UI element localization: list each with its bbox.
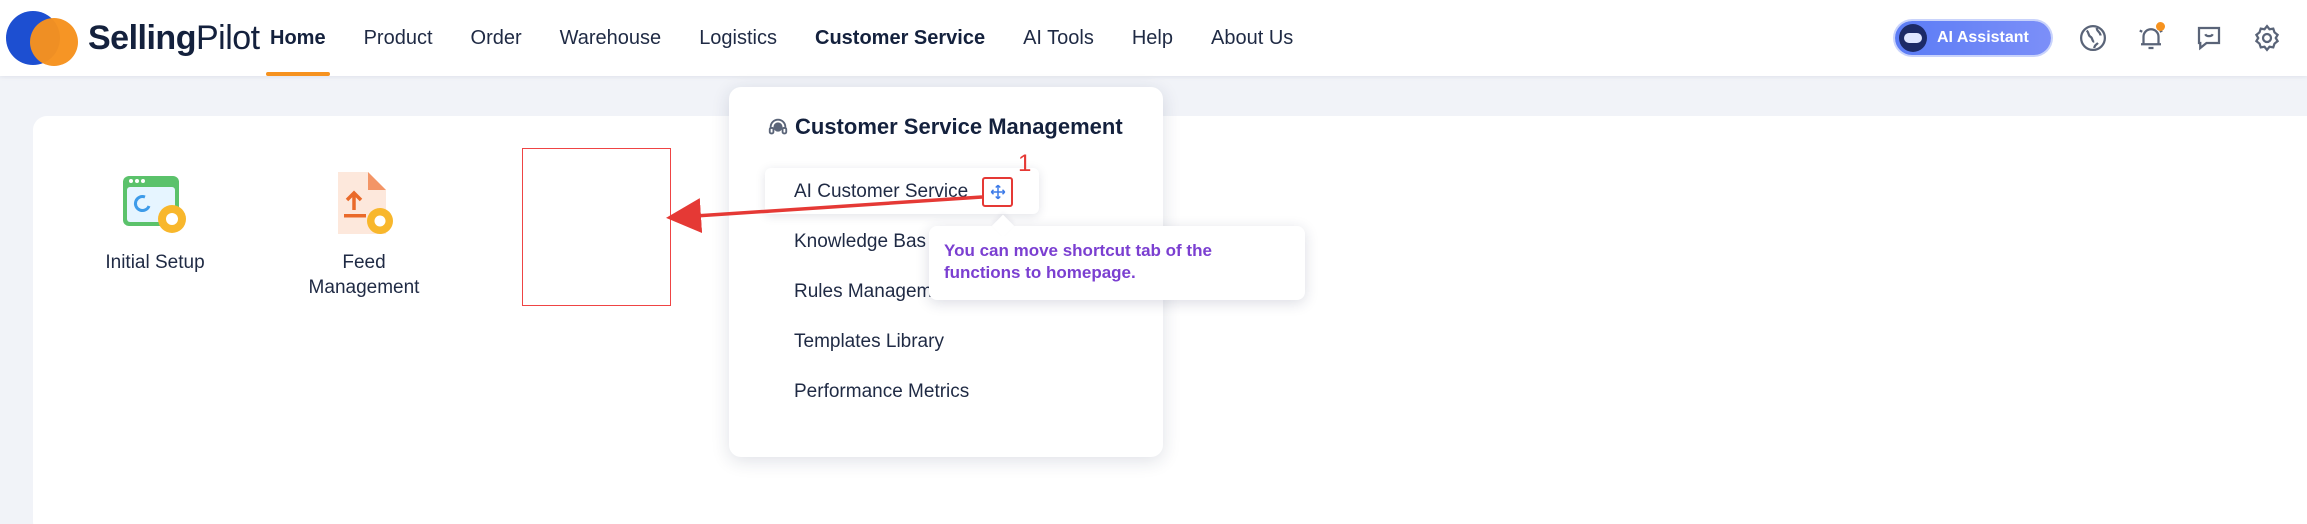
logo-mark-icon: [6, 10, 78, 66]
shortcut-label-line1: Feed: [342, 252, 386, 273]
nav-product[interactable]: Product: [364, 0, 433, 76]
nav-about-us[interactable]: About Us: [1211, 0, 1293, 76]
feedback-icon[interactable]: [2191, 20, 2227, 56]
notification-dot: [2156, 22, 2165, 31]
move-arrows-icon: [990, 184, 1005, 200]
nav-home[interactable]: Home: [266, 0, 330, 76]
settings-icon[interactable]: [2249, 20, 2285, 56]
shortcut-drop-target[interactable]: [522, 148, 671, 306]
move-shortcut-tooltip: You can move shortcut tab of the functio…: [929, 226, 1305, 300]
annotation-step-number: 1: [1018, 150, 1032, 177]
feed-upload-icon: [326, 170, 402, 240]
ai-assistant-button[interactable]: AI Assistant: [1895, 21, 2051, 55]
nav-order[interactable]: Order: [471, 0, 522, 76]
shortcut-label-line2: Management: [308, 277, 420, 298]
nav-customer-service[interactable]: Customer Service: [815, 0, 985, 76]
top-navigation-bar: SellingPilot Home Product Order Warehous…: [0, 0, 2307, 76]
menu-item-templates-library[interactable]: Templates Library: [794, 331, 944, 353]
ai-assistant-label: AI Assistant: [1937, 29, 2029, 46]
shortcut-label: Initial Setup: [105, 252, 205, 273]
menu-item-ai-customer-service[interactable]: AI Customer Service: [794, 181, 968, 203]
brand-name: SellingPilot: [88, 18, 260, 57]
setup-gear-icon: [117, 170, 193, 240]
move-to-homepage-button[interactable]: [982, 177, 1013, 207]
shortcut-feed-management[interactable]: Feed Management: [300, 170, 428, 300]
nav-help[interactable]: Help: [1132, 0, 1173, 76]
main-nav: Home Product Order Warehouse Logistics C…: [266, 0, 1331, 76]
bell-icon[interactable]: [2133, 20, 2169, 56]
menu-item-knowledge-base[interactable]: Knowledge Bas: [794, 231, 926, 253]
dropdown-title: Customer Service Management: [767, 114, 1123, 140]
robot-icon: [1899, 24, 1927, 52]
sellingpilot-logo[interactable]: SellingPilot: [6, 10, 260, 66]
tooltip-text: You can move shortcut tab of the functio…: [944, 241, 1212, 282]
nav-warehouse[interactable]: Warehouse: [560, 0, 662, 76]
shortcut-initial-setup[interactable]: Initial Setup: [95, 170, 215, 275]
menu-item-rules-management[interactable]: Rules Managem: [794, 281, 932, 303]
nav-ai-tools[interactable]: AI Tools: [1023, 0, 1094, 76]
globe-icon[interactable]: [2075, 20, 2111, 56]
headset-icon: [768, 118, 788, 135]
menu-item-performance-metrics[interactable]: Performance Metrics: [794, 381, 969, 403]
header-tools: AI Assistant: [1895, 0, 2307, 76]
nav-logistics[interactable]: Logistics: [699, 0, 777, 76]
